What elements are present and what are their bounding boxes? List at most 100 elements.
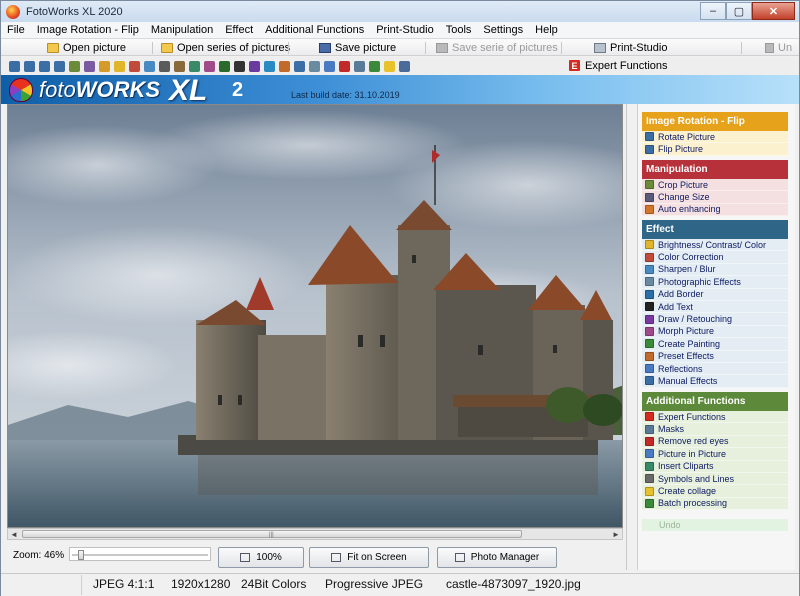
zoom-thumb[interactable] (78, 550, 84, 560)
scroll-right-icon[interactable]: ► (610, 529, 622, 539)
auto-enhance-icon[interactable] (99, 60, 110, 72)
brightness-icon[interactable] (114, 60, 125, 72)
menu-help[interactable]: Help (535, 24, 558, 36)
resize-icon[interactable] (84, 60, 95, 72)
panel-item[interactable]: Masks (642, 423, 788, 436)
panel-item[interactable]: Preset Effects (642, 350, 788, 363)
zoom-slider[interactable] (69, 547, 211, 561)
undo-button[interactable]: Undo (642, 519, 788, 531)
save-picture-button[interactable]: Save picture (319, 40, 396, 55)
panel-section-title[interactable]: Additional Functions (642, 392, 788, 411)
mirror-icon[interactable] (54, 60, 65, 72)
panel-item[interactable]: Reflections (642, 362, 788, 376)
collage-icon (645, 486, 654, 496)
panel-item[interactable]: Manual Effects (642, 375, 788, 388)
panel-item[interactable]: Color Correction (642, 251, 788, 264)
red-eye-icon[interactable] (339, 60, 350, 72)
menu-additional-functions[interactable]: Additional Functions (265, 24, 364, 36)
panel-item[interactable]: Sharpen / Blur (642, 263, 788, 277)
batch-icon[interactable] (369, 60, 380, 72)
panel-item[interactable]: Add Text (642, 300, 788, 314)
menu-tools[interactable]: Tools (446, 24, 472, 36)
panel-item[interactable]: Symbols and Lines (642, 472, 788, 486)
fit-screen-button[interactable]: Fit on Screen (309, 547, 429, 568)
panel-item[interactable]: Batch processing (642, 497, 788, 511)
flip-icon[interactable] (39, 60, 50, 72)
retouch-icon[interactable] (204, 60, 215, 72)
minimize-button[interactable]: – (700, 2, 726, 20)
panel-item[interactable]: Change Size (642, 191, 788, 204)
panel-item[interactable]: Flip Picture (642, 143, 788, 156)
pencil-icon[interactable] (189, 60, 200, 72)
menu-effect[interactable]: Effect (225, 24, 253, 36)
menu-manipulation[interactable]: Manipulation (151, 24, 213, 36)
panel-item[interactable]: Rotate Picture (642, 131, 788, 144)
panel-item[interactable]: Photographic Effects (642, 276, 788, 289)
rotate-left-icon[interactable] (9, 60, 20, 72)
sharpen-icon[interactable] (144, 60, 155, 72)
scroll-left-icon[interactable]: ◄ (8, 529, 20, 539)
panel-item[interactable]: Create collage (642, 485, 788, 498)
open-series-button[interactable]: Open series of pictures (161, 40, 290, 55)
castle-photo (8, 105, 622, 527)
scroll-thumb[interactable]: ||| (22, 530, 522, 538)
zoom-100-button[interactable]: 100% (218, 547, 304, 568)
bucket-icon[interactable] (264, 60, 275, 72)
menu-image-rotation[interactable]: Image Rotation - Flip (37, 24, 139, 36)
panel-item[interactable]: Brightness/ Contrast/ Color (642, 239, 788, 252)
panel-item[interactable]: Draw / Retouching (642, 313, 788, 326)
menu-settings[interactable]: Settings (483, 24, 523, 36)
horizontal-scrollbar[interactable]: ◄ ||| ► (7, 528, 623, 540)
panel-item[interactable]: Add Border (642, 288, 788, 301)
separator (561, 42, 562, 54)
frame-icon[interactable] (174, 60, 185, 72)
grid-icon (454, 553, 465, 562)
print-icon[interactable] (399, 60, 410, 72)
expert-functions-button[interactable]: E Expert Functions (569, 58, 668, 73)
panel-item-label: Create Painting (658, 338, 721, 349)
undo-quick-button[interactable]: Un (765, 40, 792, 55)
panel-item[interactable]: Morph Picture (642, 325, 788, 339)
save-series-button[interactable]: Save serie of pictures (436, 40, 558, 55)
panel-item[interactable]: Picture in Picture (642, 448, 788, 461)
text-icon[interactable] (234, 60, 245, 72)
clipart-icon (645, 461, 654, 471)
menu-print-studio[interactable]: Print-Studio (376, 24, 433, 36)
fit-screen-label: Fit on Screen (347, 552, 407, 563)
panel-section-title[interactable]: Manipulation (642, 160, 788, 179)
panel-item[interactable]: Insert Cliparts (642, 460, 788, 473)
photo-manager-button[interactable]: Photo Manager (437, 547, 557, 568)
collage-icon[interactable] (294, 60, 305, 72)
maximize-button[interactable]: ▢ (726, 2, 752, 20)
open-picture-button[interactable]: Open picture (47, 40, 126, 55)
open-series-label: Open series of pictures (177, 41, 291, 54)
panel-item[interactable]: Crop Picture (642, 179, 788, 192)
close-button[interactable]: ✕ (752, 2, 795, 20)
expert-icon (645, 412, 654, 422)
clipart-icon[interactable] (324, 60, 335, 72)
effects-icon[interactable] (279, 60, 290, 72)
reflection-icon (645, 364, 654, 374)
panel-section-title[interactable]: Effect (642, 220, 788, 239)
manual-effects-icon (645, 376, 654, 386)
star-icon[interactable] (384, 60, 395, 72)
panel-item[interactable]: Create Painting (642, 338, 788, 351)
panel-item[interactable]: Remove red eyes (642, 435, 788, 449)
rotate-right-icon[interactable] (24, 60, 35, 72)
scissors-icon[interactable] (159, 60, 170, 72)
color-icon[interactable] (129, 60, 140, 72)
folder-icon (47, 42, 59, 53)
panel-item[interactable]: Expert Functions (642, 411, 788, 424)
panel-section-title[interactable]: Image Rotation - Flip (642, 112, 788, 131)
title-bar[interactable]: FotoWorks XL 2020 – ▢ ✕ (1, 1, 799, 22)
picture-in-picture-icon[interactable] (309, 60, 320, 72)
paint-icon[interactable] (219, 60, 230, 72)
menu-file[interactable]: File (7, 24, 25, 36)
expert-e-icon: E (569, 60, 580, 71)
draw-icon[interactable] (249, 60, 260, 72)
mask-icon[interactable] (354, 60, 365, 72)
print-studio-button[interactable]: Print-Studio (594, 40, 667, 55)
crop-icon[interactable] (69, 60, 80, 72)
panel-item[interactable]: Auto enhancing (642, 203, 788, 217)
image-canvas[interactable] (7, 104, 623, 528)
